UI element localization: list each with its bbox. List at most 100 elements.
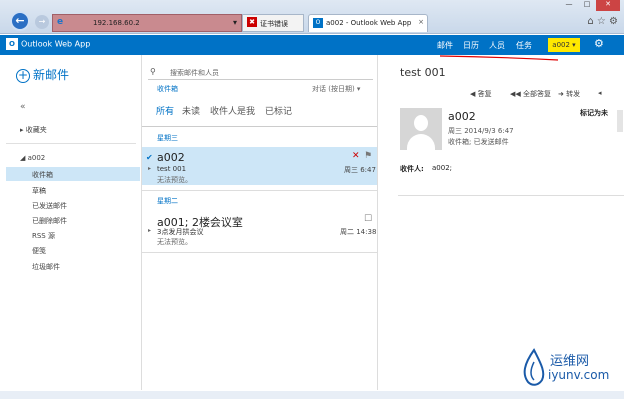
search-input[interactable]: ⚲ 搜索邮件和人员 (148, 66, 373, 80)
folder-inbox[interactable]: 收件箱 (32, 170, 53, 180)
expand-icon[interactable]: ▸ (148, 165, 151, 172)
ie-page-icon: e (57, 17, 64, 27)
user-menu[interactable]: a002 ▾ (548, 38, 580, 52)
add-icon: + (16, 67, 30, 83)
cert-error-icon: ✖ (247, 17, 257, 27)
owa-top-bar: O Outlook Web App 邮件 日历 人员 任务 a002 ▾ ⚙ (0, 35, 624, 55)
favorites-star-icon[interactable]: ☆ (597, 16, 606, 27)
settings-gear-icon[interactable]: ⚙ (594, 37, 604, 50)
group-header: 星期二 (157, 197, 178, 205)
nav-people[interactable]: 人员 (489, 40, 505, 51)
gear-icon[interactable]: ⚙ (609, 16, 618, 27)
divider (142, 126, 377, 127)
reply-all-label: 全部答复 (523, 90, 552, 98)
refresh-icon[interactable]: ▾ (233, 18, 237, 27)
reply-label: 答复 (477, 90, 492, 98)
back-arrow-icon[interactable]: ← (10, 11, 30, 31)
to-value: a002; (432, 164, 453, 172)
nav-tasks[interactable]: 任务 (516, 40, 532, 51)
group-header: 星期三 (157, 134, 178, 142)
home-icon[interactable]: ⌂ (587, 16, 593, 27)
watermark-url: iyunv.com (548, 368, 610, 382)
message-subject: 3点发月拱会议 (157, 228, 204, 236)
expand-icon[interactable]: ▸ (148, 227, 151, 234)
filter-unread[interactable]: 未读 (182, 104, 200, 117)
divider (142, 252, 377, 253)
forward-icon: ➜ (558, 90, 564, 98)
message-preview: 无法预览。 (157, 238, 192, 246)
reading-title: test 001 (400, 66, 446, 79)
message-from: a002 (157, 151, 185, 164)
nav-mail[interactable]: 邮件 (437, 40, 453, 51)
nav-calendar[interactable]: 日历 (463, 40, 479, 51)
filter-flagged[interactable]: 已标记 (265, 104, 292, 117)
divider (398, 195, 624, 196)
window-controls: — □ ✕ (560, 0, 620, 12)
divider (6, 143, 136, 144)
message-time: 周三 6:47 (344, 166, 376, 174)
sort-dropdown[interactable]: 对话 (按日期) ▾ (312, 84, 360, 94)
filter-all[interactable]: 所有 (156, 104, 174, 117)
watermark-text: 运维网 (550, 354, 590, 369)
new-mail-label: 新邮件 (33, 68, 70, 82)
close-window-icon[interactable]: ✕ (596, 0, 620, 11)
reply-button[interactable]: ◀ 答复 (470, 89, 492, 99)
favorites-header[interactable]: ▸ 收藏夹 (20, 125, 47, 135)
scrollbar[interactable] (617, 110, 623, 132)
address-text: 192.168.60.2 (93, 19, 140, 27)
reading-date: 周三 2014/9/3 6:47 (448, 127, 514, 135)
avatar (400, 108, 442, 150)
avatar-body (407, 134, 435, 150)
cert-error-badge[interactable]: ✖ 证书错误 (242, 14, 304, 32)
forward-button[interactable]: ➜ 转发 (558, 89, 580, 99)
outlook-logo-icon: O (6, 38, 18, 50)
more-actions-icon[interactable]: ◂ (598, 89, 602, 97)
list-folder-title: 收件箱 (157, 85, 178, 93)
owa-tab-icon: O (313, 18, 323, 28)
reading-folder: 收件箱; 已发送邮件 (448, 138, 509, 146)
folder-drafts[interactable]: 草稿 (32, 186, 46, 196)
flag-icon[interactable]: ⚑ (364, 151, 372, 161)
folder-sent[interactable]: 已发送邮件 (32, 201, 67, 211)
reply-all-button[interactable]: ◀◀ 全部答复 (510, 89, 551, 99)
ie-toolbar: ⌂ ☆ ⚙ (587, 16, 618, 27)
check-icon: ✔ (146, 153, 153, 162)
watermark-logo-icon (523, 348, 545, 386)
meeting-request-icon: ☐ (364, 214, 373, 224)
folder-junk[interactable]: 垃圾邮件 (32, 262, 60, 272)
forward-label: 转发 (566, 90, 581, 98)
favorites-label: 收藏夹 (25, 126, 47, 134)
account-header[interactable]: ◢ a002 (20, 154, 45, 162)
account-label: a002 (27, 154, 46, 162)
search-icon: ⚲ (150, 67, 156, 76)
divider (142, 190, 377, 191)
message-preview: 无法预览。 (157, 176, 192, 184)
avatar-head (414, 115, 428, 131)
delete-icon[interactable]: ✕ (352, 151, 360, 161)
browser-tab[interactable]: O a002 - Outlook Web App × (308, 14, 428, 32)
message-subject: test 001 (157, 165, 187, 173)
close-tab-icon[interactable]: × (418, 18, 424, 26)
folder-rss[interactable]: RSS 源 (32, 231, 55, 241)
forward-arrow-icon[interactable]: → (35, 15, 49, 29)
message-time: 周二 14:38 (340, 228, 377, 236)
reading-pane (379, 55, 624, 390)
filter-to-me[interactable]: 收件人是我 (210, 104, 255, 117)
new-mail-button[interactable]: + 新邮件 (16, 66, 69, 83)
selected-folder-highlight (6, 167, 140, 181)
status-bar (0, 391, 624, 399)
reading-from: a002 (448, 110, 476, 123)
app-name: Outlook Web App (21, 39, 91, 49)
reply-icon: ◀ (470, 90, 476, 98)
maximize-icon[interactable]: □ (578, 0, 596, 11)
sort-label: 对话 (按日期) (312, 85, 355, 93)
minimize-icon[interactable]: — (560, 0, 578, 11)
collapse-pane-button[interactable]: « (20, 102, 26, 112)
owa-brand: O Outlook Web App (6, 38, 90, 50)
search-placeholder: 搜索邮件和人员 (170, 69, 219, 77)
address-bar[interactable]: e 192.168.60.2 ▾ (52, 14, 242, 32)
folder-notes[interactable]: 便笺 (32, 246, 46, 256)
tab-title: a002 - Outlook Web App (326, 19, 412, 27)
folder-deleted[interactable]: 已删除邮件 (32, 216, 67, 226)
cert-error-text: 证书错误 (260, 20, 288, 28)
